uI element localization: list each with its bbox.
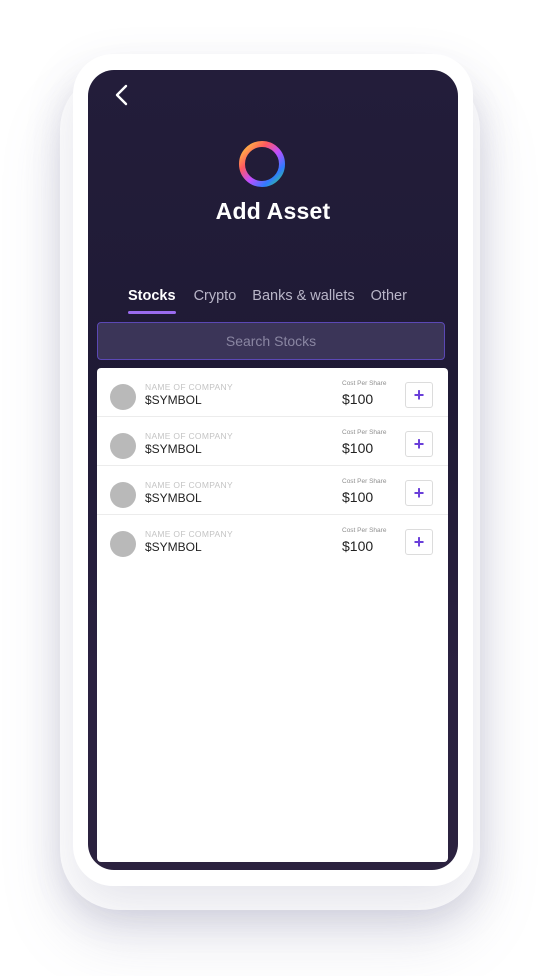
price-caption: Cost Per Share <box>342 527 387 534</box>
tab-banks-wallets[interactable]: Banks & wallets <box>252 288 354 304</box>
company-name: NAME OF COMPANY <box>145 480 233 490</box>
stock-symbol: $SYMBOL <box>145 540 202 554</box>
app-screen: Add Asset Stocks Crypto Banks & wallets … <box>88 70 458 870</box>
add-asset-button[interactable]: + <box>405 382 433 408</box>
avatar <box>110 433 136 459</box>
price-caption: Cost Per Share <box>342 478 387 485</box>
back-button[interactable] <box>108 82 136 110</box>
avatar <box>110 384 136 410</box>
list-item: NAME OF COMPANY $SYMBOL Cost Per Share $… <box>97 466 448 515</box>
chevron-left-icon <box>115 84 128 106</box>
avatar <box>110 531 136 557</box>
avatar <box>110 482 136 508</box>
tab-crypto[interactable]: Crypto <box>194 288 237 304</box>
tab-stocks[interactable]: Stocks <box>128 288 176 314</box>
price-value: $100 <box>342 391 374 407</box>
tab-other[interactable]: Other <box>371 288 407 304</box>
price-caption: Cost Per Share <box>342 380 387 387</box>
stock-symbol: $SYMBOL <box>145 393 202 407</box>
price-value: $100 <box>342 489 374 505</box>
asset-list: NAME OF COMPANY $SYMBOL Cost Per Share $… <box>97 368 448 862</box>
add-asset-button[interactable]: + <box>405 431 433 457</box>
add-asset-button[interactable]: + <box>405 529 433 555</box>
list-item: NAME OF COMPANY $SYMBOL Cost Per Share $… <box>97 515 448 564</box>
company-name: NAME OF COMPANY <box>145 382 233 392</box>
ring-logo-icon <box>236 138 288 190</box>
list-item: NAME OF COMPANY $SYMBOL Cost Per Share $… <box>97 417 448 466</box>
price-caption: Cost Per Share <box>342 429 387 436</box>
company-name: NAME OF COMPANY <box>145 431 233 441</box>
page-title: Add Asset <box>215 198 331 224</box>
search-input[interactable]: Search Stocks <box>97 322 445 360</box>
list-item: NAME OF COMPANY $SYMBOL Cost Per Share $… <box>97 368 448 417</box>
price-value: $100 <box>342 440 374 456</box>
asset-tabs: Stocks Crypto Banks & wallets Other <box>128 288 407 314</box>
company-name: NAME OF COMPANY <box>145 529 233 539</box>
stock-symbol: $SYMBOL <box>145 491 202 505</box>
price-value: $100 <box>342 538 374 554</box>
add-asset-button[interactable]: + <box>405 480 433 506</box>
stock-symbol: $SYMBOL <box>145 442 202 456</box>
